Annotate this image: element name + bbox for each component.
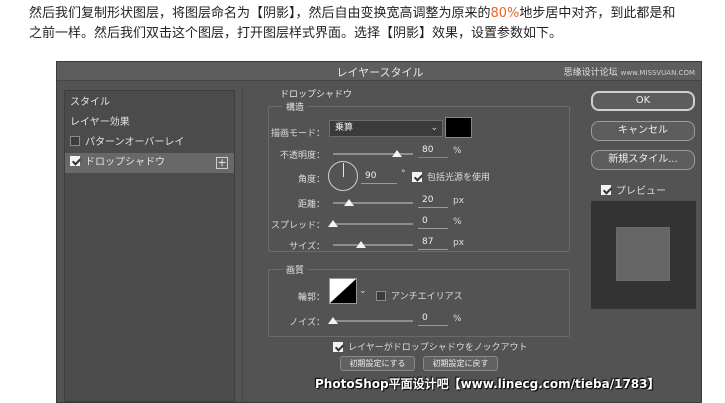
- layer-style-dialog: レイヤースタイル 思缘设计论坛 www.MISSVUAN.COM スタイル レイヤ…: [56, 61, 702, 403]
- noise-slider-track[interactable]: [333, 320, 413, 322]
- global-light-checkbox[interactable]: [412, 171, 422, 182]
- contour-label: 輪郭：: [297, 293, 325, 303]
- styles-list: スタイル レイヤー効果 パターンオーバーレイ ドロップシャドウ +: [64, 90, 235, 402]
- intro-line-1: 然后我们复制形状图层，将图层命名为【阴影】，然后自由变换宽高调整为原来的80%地…: [29, 6, 676, 21]
- blend-mode-select[interactable]: 乗算 ⌄: [329, 120, 443, 137]
- size-slider-thumb[interactable]: [356, 241, 366, 248]
- spread-unit: %: [453, 217, 462, 227]
- noise-unit: %: [453, 314, 462, 324]
- new-style-button[interactable]: 新規スタイル...: [591, 150, 695, 170]
- distance-slider-thumb[interactable]: [344, 199, 354, 206]
- size-unit: px: [453, 238, 465, 248]
- pattern-overlay-checkbox[interactable]: [70, 136, 80, 146]
- antialias-checkbox[interactable]: [376, 290, 386, 301]
- make-default-button[interactable]: 初期設定にする: [340, 356, 415, 371]
- distance-label: 距離：: [297, 200, 325, 210]
- chevron-down-icon: ⌄: [430, 123, 438, 133]
- reset-default-button[interactable]: 初期設定に戻す: [423, 356, 498, 371]
- section-title: ドロップシャドウ: [280, 90, 353, 100]
- angle-label: 角度：: [297, 175, 325, 185]
- size-input[interactable]: 87: [418, 235, 448, 250]
- angle-input[interactable]: 90: [361, 169, 397, 184]
- distance-unit: px: [453, 196, 465, 206]
- watermark: 思缘设计论坛 www.MISSVUAN.COM: [563, 68, 695, 78]
- size-slider-track[interactable]: [333, 244, 413, 246]
- preview-checkbox[interactable]: [601, 185, 611, 195]
- ok-button[interactable]: OK: [591, 91, 695, 111]
- panel-divider: [242, 90, 243, 402]
- degree-symbol: °: [401, 169, 406, 179]
- opacity-input[interactable]: 80: [418, 143, 448, 158]
- quality-group-label: 画質: [283, 263, 308, 276]
- drop-shadow-checkbox[interactable]: [70, 156, 80, 166]
- footer-watermark: PhotoShop平面设计吧【www.linecg.com/tieba/1783…: [315, 377, 660, 391]
- antialias-row: アンチエイリアス: [376, 289, 463, 302]
- intro-line-2: 之前一样。然后我们双击这个图层，打开图层样式界面。选择【阴影】效果，设置参数如下…: [29, 26, 563, 41]
- contour-thumbnail[interactable]: [329, 278, 357, 304]
- blend-mode-label: 描画モード：: [270, 129, 325, 139]
- spread-slider-track[interactable]: [333, 223, 413, 225]
- global-light-row: 包括光源を使用: [412, 170, 490, 183]
- preview-row: プレビュー: [601, 182, 666, 197]
- spread-label: スプレッド：: [270, 221, 325, 231]
- shadow-color-swatch[interactable]: [445, 117, 472, 138]
- opacity-unit: %: [453, 146, 462, 156]
- spread-input[interactable]: 0: [418, 214, 448, 229]
- noise-slider-thumb[interactable]: [328, 317, 338, 324]
- size-label: サイズ：: [289, 242, 325, 252]
- noise-label: ノイズ：: [289, 318, 325, 328]
- add-effect-icon[interactable]: +: [216, 157, 228, 169]
- sidebar-item-drop-shadow[interactable]: ドロップシャドウ +: [65, 153, 234, 173]
- structure-group-label: 構造: [283, 100, 308, 113]
- opacity-label: 不透明度：: [279, 151, 325, 161]
- knockout-row: レイヤーがドロップシャドウをノックアウト: [333, 340, 528, 353]
- preview-square: [617, 228, 669, 280]
- dialog-titlebar: レイヤースタイル 思缘设计论坛 www.MISSVUAN.COM: [57, 62, 701, 81]
- spread-slider-thumb[interactable]: [328, 220, 338, 227]
- angle-dial[interactable]: [328, 161, 358, 191]
- noise-input[interactable]: 0: [418, 311, 448, 326]
- intro-highlight: 80%: [490, 6, 520, 21]
- intro-text: 然后我们复制形状图层，将图层命名为【阴影】，然后自由变换宽高调整为原来的80%地…: [29, 4, 725, 44]
- sidebar-item-styles[interactable]: スタイル: [65, 93, 234, 113]
- sidebar-item-layer-effects[interactable]: レイヤー効果: [65, 113, 234, 133]
- cancel-button[interactable]: キャンセル: [591, 121, 695, 141]
- distance-input[interactable]: 20: [418, 193, 448, 208]
- preview-thumbnail: [591, 201, 696, 309]
- contour-chevron-down-icon[interactable]: ⌄: [359, 286, 367, 296]
- sidebar-item-pattern-overlay[interactable]: パターンオーバーレイ: [65, 133, 234, 153]
- knockout-checkbox[interactable]: [333, 341, 343, 352]
- opacity-slider-thumb[interactable]: [392, 150, 402, 157]
